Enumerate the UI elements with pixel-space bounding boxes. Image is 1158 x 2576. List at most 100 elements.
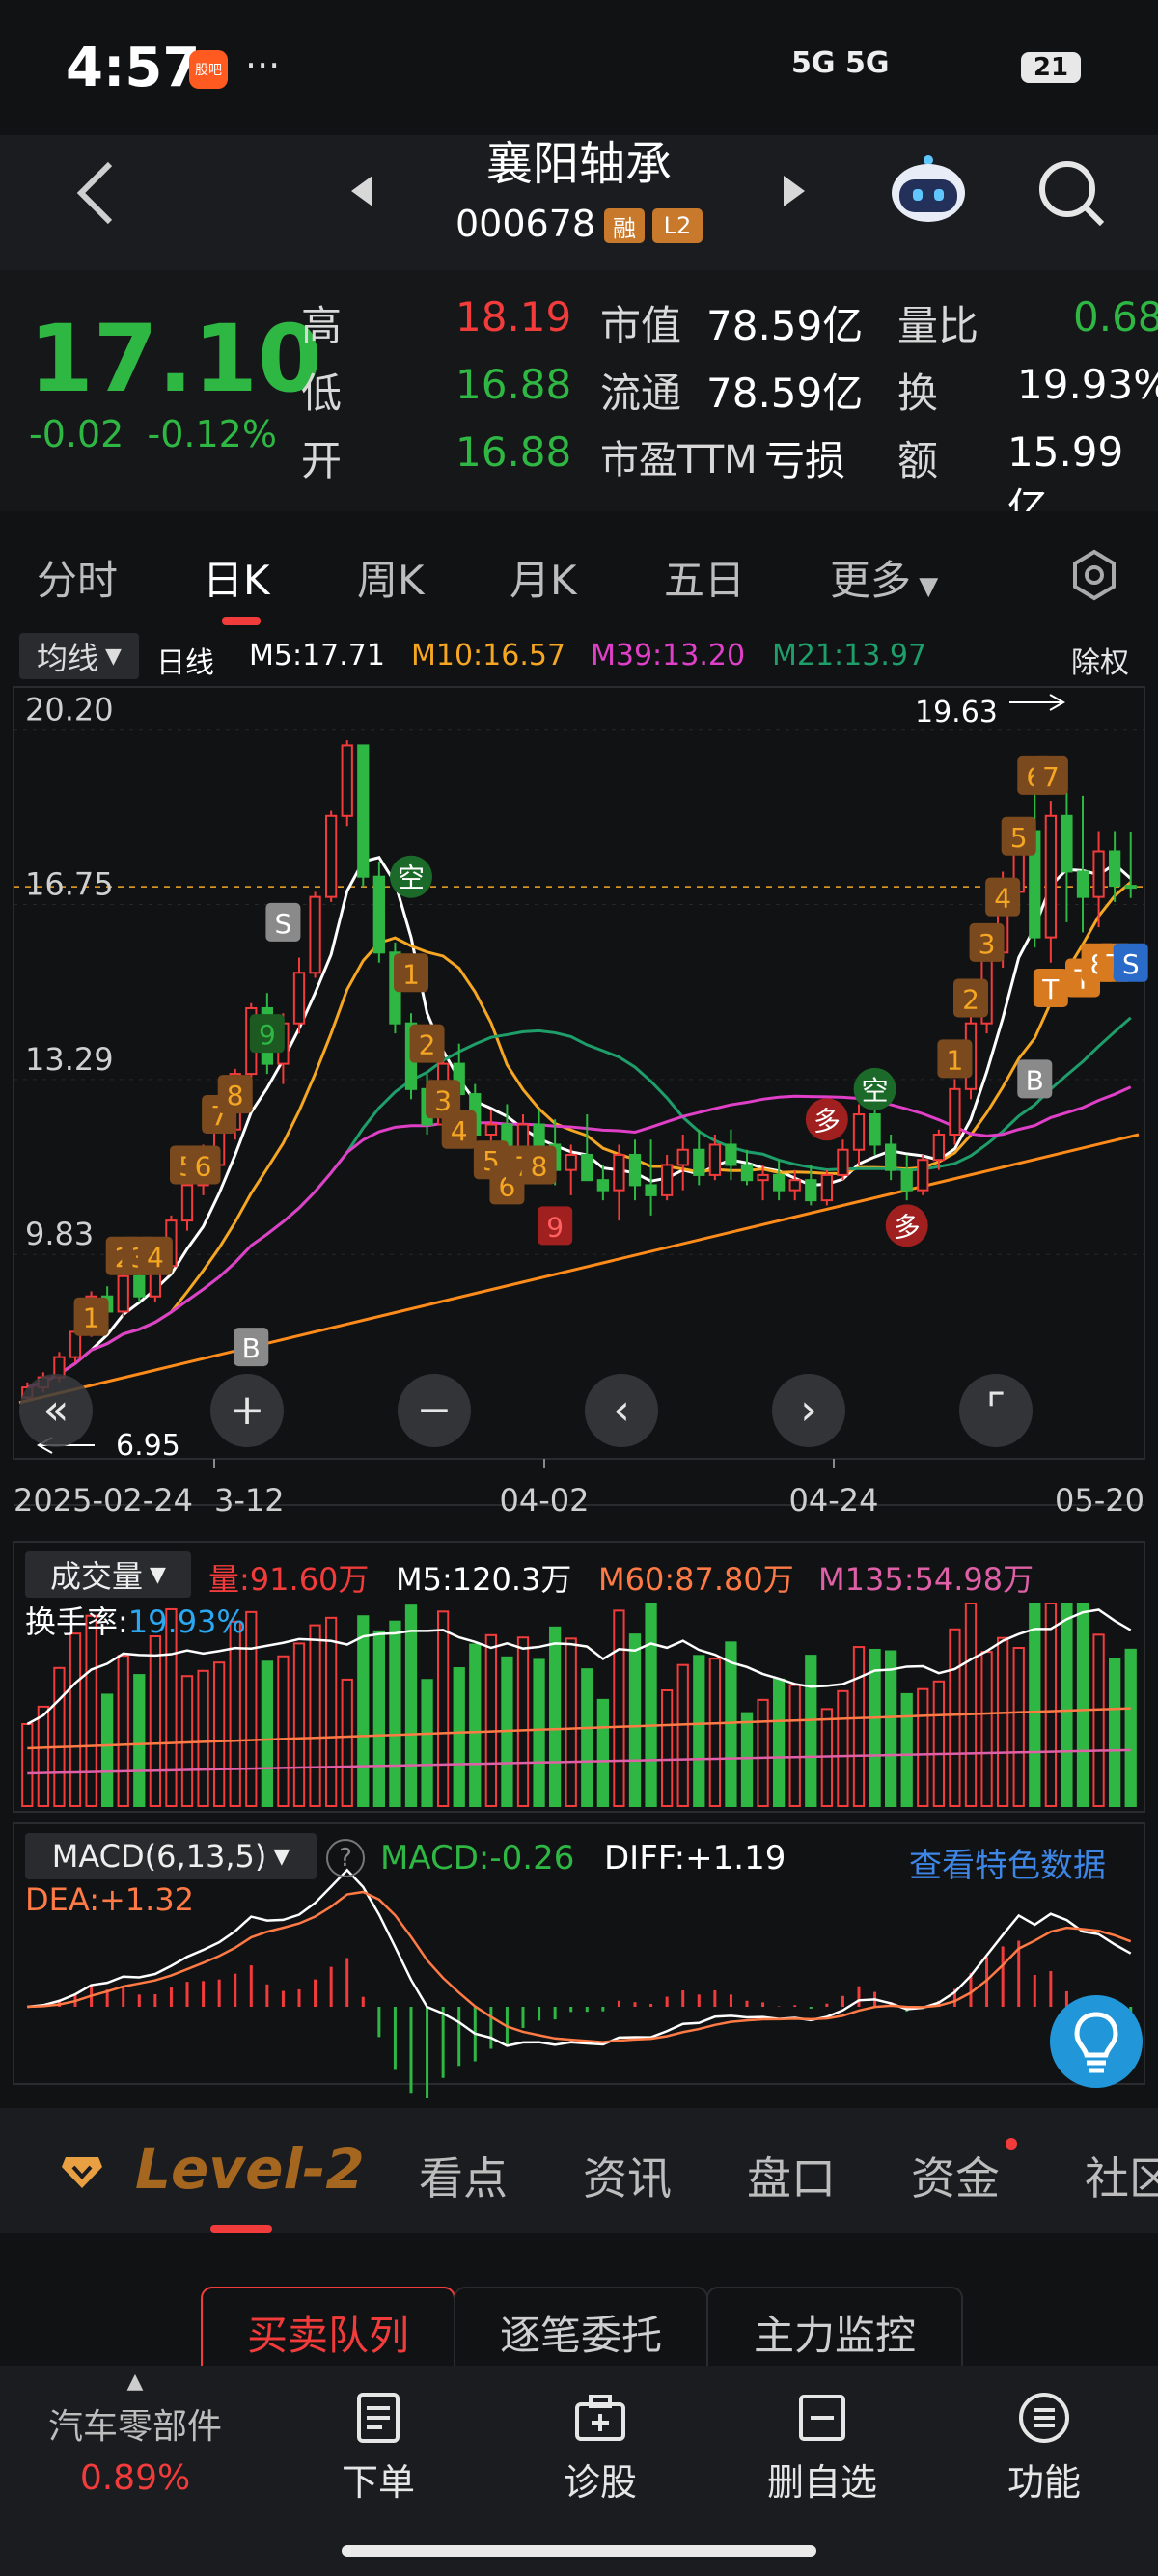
dea-amount: +1.32 [98, 1881, 195, 1918]
vol-m135: M135:54.98万 [818, 1555, 1034, 1600]
help-icon[interactable]: ? [326, 1839, 365, 1877]
tab-more-label: 更多 [830, 557, 912, 604]
macd-selector[interactable]: MACD(6,13,5) ▼ [25, 1833, 317, 1879]
vol-m5: M5:120.3万 [396, 1555, 571, 1600]
candle-body [484, 1123, 497, 1136]
volume-bar [708, 1658, 721, 1807]
tab-highlights[interactable]: 看点 [419, 2144, 508, 2207]
tab-weekly-k[interactable]: 周K [357, 548, 425, 607]
volume-bar [565, 1637, 577, 1807]
document-icon [357, 2393, 400, 2443]
low-label: 低 [301, 370, 343, 417]
tab-more[interactable]: 更多 ▼ [830, 548, 938, 607]
sequence-badge-text: 7 [1042, 761, 1060, 793]
sector-info[interactable]: ▲ 汽车零部件 0.89% [19, 2371, 251, 2499]
prev-stock-icon[interactable] [347, 172, 376, 210]
volume-bar [997, 1636, 1009, 1808]
scroll-left-icon-glyph: ‹ [613, 1385, 630, 1435]
ma-selector[interactable]: 均线 ▼ [19, 633, 139, 679]
tab-monthly-k[interactable]: 月K [510, 548, 577, 607]
order-button[interactable]: 下单 [291, 2391, 465, 2506]
tab-orderbook[interactable]: 盘口 [747, 2144, 836, 2207]
change-value: -0.02 [29, 413, 124, 455]
ex-rights-toggle[interactable]: 除权 [1071, 639, 1129, 681]
vol-ratio-value: 0.68 [1073, 293, 1158, 341]
tab-level2[interactable]: Level-2 [135, 2136, 365, 2202]
tab-five-day[interactable]: 五日 [664, 548, 745, 607]
dea-prefix: DEA: [25, 1881, 99, 1918]
feature-data-link[interactable]: 查看特色数据 [909, 1839, 1106, 1886]
volume-bar [645, 1603, 657, 1807]
candle-body [885, 1143, 897, 1171]
back-arrow-icon[interactable] [68, 154, 125, 232]
volume-bar [484, 1633, 497, 1808]
active-tab-indicator [210, 2225, 272, 2233]
candle-body [596, 1179, 609, 1192]
sell-signal-badge-text: S [1122, 948, 1140, 980]
diamond-icon [62, 2157, 102, 2188]
next-stock-icon[interactable] [780, 172, 809, 210]
sequence-badge-text: 8 [531, 1150, 548, 1182]
chevron-down-icon: ▼ [143, 1562, 166, 1587]
sequence-badge-text: 6 [195, 1150, 212, 1182]
vol-m60-amount: 87.80万 [675, 1561, 794, 1598]
chevron-down-icon: ▼ [266, 1844, 290, 1869]
volume-bar [533, 1658, 545, 1807]
diagnose-label: 诊股 [563, 2461, 637, 2504]
subtab-order-queue[interactable]: 买卖队列 [201, 2287, 455, 2375]
chevron-down-icon: ▼ [98, 644, 122, 669]
volume-bar [117, 1655, 129, 1808]
date-tick-label: 04-02 [500, 1482, 590, 1519]
volume-bar [101, 1693, 114, 1808]
tab-intraday[interactable]: 分时 [37, 548, 118, 607]
diff-amount: +1.19 [685, 1839, 786, 1877]
date-tick-label: 05-20 [1055, 1482, 1144, 1519]
subtab-order-by-order[interactable]: 逐笔委托 [454, 2287, 708, 2375]
volume-amount: 91.60万 [249, 1561, 370, 1598]
turnover-rate: 换手率:19.93% [25, 1598, 246, 1642]
functions-button[interactable]: 功能 [957, 2391, 1131, 2506]
zoom-out-icon-glyph: − [417, 1385, 453, 1435]
volume-bar [277, 1655, 290, 1807]
date-tick-label: 04-24 [789, 1482, 879, 1519]
diff-prefix: DIFF: [604, 1839, 686, 1877]
volume-bar [357, 1615, 370, 1807]
candle-body [613, 1153, 625, 1192]
tab-daily-k[interactable]: 日K [203, 548, 270, 607]
tab-news[interactable]: 资讯 [583, 2144, 672, 2207]
lightbulb-icon[interactable] [1050, 1995, 1143, 2088]
volume-bar [725, 1641, 737, 1808]
robot-assistant-icon[interactable] [888, 152, 969, 230]
sell-signal-badge-text: S [275, 908, 292, 940]
volume-bar [1109, 1658, 1121, 1808]
vol-m135-amount: 54.98万 [914, 1561, 1034, 1598]
turnover-rate-prefix: 换手率: [25, 1603, 128, 1640]
search-icon[interactable] [1033, 154, 1110, 232]
sector-name: 汽车零部件 [47, 2407, 222, 2447]
macd-value: MACD:-0.26 [380, 1839, 574, 1877]
sector-percent: 0.89% [79, 2458, 191, 2498]
candle-body [1061, 814, 1073, 873]
settings-icon[interactable] [1067, 548, 1121, 602]
volume-selector[interactable]: 成交量 ▼ [25, 1551, 191, 1598]
candle-body [661, 1164, 674, 1196]
candle-body [852, 1113, 866, 1151]
candle-body [372, 875, 385, 954]
mktcap-value: 78.59亿 [706, 302, 864, 349]
volume-bar [1124, 1648, 1137, 1808]
tab-capital[interactable]: 资金 [911, 2144, 1000, 2207]
candle-body [820, 1173, 833, 1202]
volume-bar [516, 1636, 530, 1807]
candle-body [309, 895, 321, 974]
remove-watchlist-button[interactable]: 删自选 [735, 2391, 909, 2506]
app-notification-icon: 股吧 [189, 50, 228, 89]
subtab-main-monitor[interactable]: 主力监控 [706, 2287, 963, 2375]
tab-community[interactable]: 社区 [1085, 2144, 1158, 2207]
sequence-badge-text: 5 [1010, 822, 1028, 854]
candle-body [581, 1153, 593, 1182]
candle-body [676, 1148, 689, 1166]
diagnose-button[interactable]: 诊股 [513, 2391, 687, 2506]
high-price-mark: 19.63 [915, 696, 998, 729]
date-tick-label: 3-12 [214, 1482, 285, 1519]
sequence-badge-text: 1 [947, 1044, 964, 1076]
